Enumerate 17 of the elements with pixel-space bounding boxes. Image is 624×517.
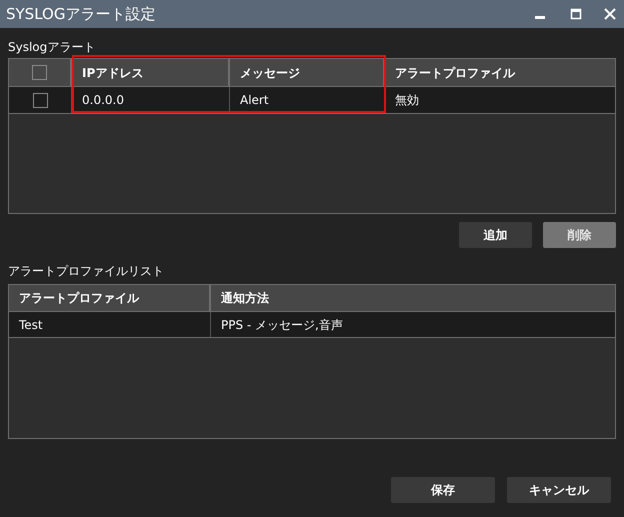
action-button[interactable]: キャンセル	[507, 477, 611, 503]
action-button[interactable]: 追加	[459, 222, 532, 248]
window-title: SYSLOGアラート設定	[6, 4, 156, 25]
column-header: 通知方法	[220, 290, 270, 307]
action-button[interactable]: 保存	[391, 477, 495, 503]
section-label: アラートプロファイルリスト	[8, 263, 165, 280]
section-label: Syslogアラート	[8, 39, 96, 56]
maximize-icon[interactable]	[570, 8, 582, 20]
table-cell: 0.0.0.0	[72, 87, 230, 113]
table-cell: Alert	[230, 87, 385, 113]
checkbox[interactable]	[32, 92, 48, 108]
table-cell-text: PPS - メッセージ,音声	[220, 316, 344, 334]
table-cell-text: 無効	[394, 92, 420, 109]
checkbox[interactable]	[32, 65, 47, 80]
table-cell: Test	[9, 312, 211, 337]
close-icon[interactable]	[604, 8, 616, 20]
column-header: アラートプロファイル	[394, 64, 516, 82]
